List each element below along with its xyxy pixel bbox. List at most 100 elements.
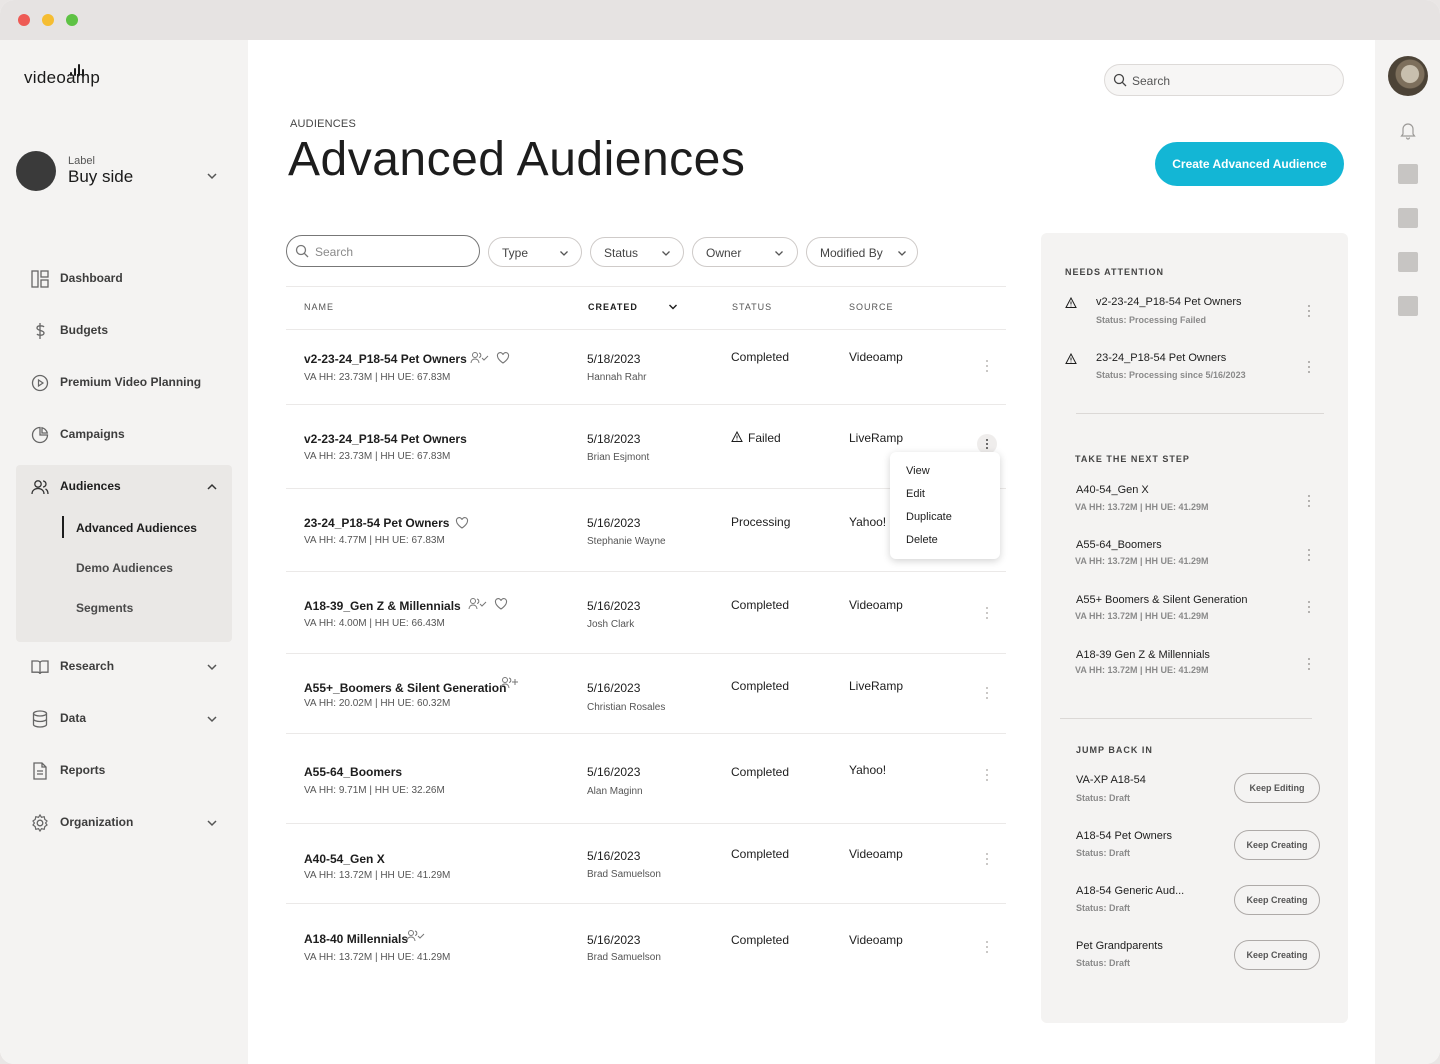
row-kebab-menu-icon[interactable] [977, 356, 997, 376]
chevron-down-icon [560, 251, 568, 256]
filter-type[interactable]: Type [488, 237, 582, 267]
next-step-meta: VA HH: 13.72M | HH UE: 41.29M [1075, 502, 1209, 512]
nav-budgets[interactable]: Budgets [16, 315, 232, 347]
keep-creating-button[interactable]: Keep Creating [1234, 885, 1320, 915]
chevron-down-icon [207, 820, 217, 827]
rail-shortcut[interactable] [1398, 296, 1418, 316]
audience-name[interactable]: A55-64_Boomers [304, 765, 402, 779]
nav-organization[interactable]: Organization [16, 807, 232, 839]
nav-reports[interactable]: Reports [16, 755, 232, 787]
nav-sub-demo-audiences[interactable]: Demo Audiences [76, 561, 173, 575]
table-row[interactable]: v2-23-24_P18-54 Pet Owners VA HH: 23.73M… [286, 330, 1006, 404]
rail-shortcut[interactable] [1398, 208, 1418, 228]
nav-audiences[interactable]: Audiences [16, 471, 232, 503]
table-search-input[interactable]: Search [286, 235, 480, 267]
sort-chevron-down-icon[interactable] [668, 302, 678, 312]
column-header-source[interactable]: SOURCE [849, 302, 894, 312]
close-window-button[interactable] [18, 14, 30, 26]
next-step-title[interactable]: A18-39 Gen Z & Millennials [1076, 649, 1210, 661]
nav-campaigns[interactable]: Campaigns [16, 419, 232, 451]
menu-item-edit[interactable]: Edit [906, 488, 925, 500]
created-date: 5/18/2023 [587, 352, 641, 366]
next-step-title[interactable]: A55-64_Boomers [1076, 539, 1162, 551]
menu-item-delete[interactable]: Delete [906, 534, 938, 546]
row-kebab-menu-icon[interactable] [977, 683, 997, 703]
rail-shortcut[interactable] [1398, 252, 1418, 272]
audience-name[interactable]: A55+_Boomers & Silent Generation [304, 681, 506, 695]
nav-sub-segments[interactable]: Segments [76, 601, 133, 615]
maximize-window-button[interactable] [66, 14, 78, 26]
created-date: 5/16/2023 [587, 933, 641, 947]
column-header-created[interactable]: CREATED [588, 302, 638, 312]
audience-name[interactable]: A18-39_Gen Z & Millennials [304, 599, 461, 613]
nav-research[interactable]: Research [16, 651, 232, 683]
attention-kebab-icon[interactable] [1305, 359, 1313, 375]
nav-sub-advanced-audiences[interactable]: Advanced Audiences [76, 521, 197, 535]
table-row[interactable]: A55-64_Boomers VA HH: 9.71M | HH UE: 32.… [286, 734, 1006, 823]
keep-editing-button[interactable]: Keep Editing [1234, 773, 1320, 803]
source-text: LiveRamp [849, 679, 904, 693]
next-step-kebab-icon[interactable] [1305, 547, 1313, 563]
table-row[interactable]: A55+_Boomers & Silent Generation VA HH: … [286, 654, 1006, 733]
rail-shortcut[interactable] [1398, 164, 1418, 184]
nav-dashboard[interactable]: Dashboard [16, 263, 232, 295]
audience-name[interactable]: A40-54_Gen X [304, 852, 385, 866]
audience-name[interactable]: v2-23-24_P18-54 Pet Owners [304, 352, 467, 366]
draft-title[interactable]: A18-54 Generic Aud... [1076, 885, 1184, 897]
next-step-title[interactable]: A55+ Boomers & Silent Generation [1076, 594, 1248, 606]
table-row[interactable]: A18-39_Gen Z & Millennials VA HH: 4.00M … [286, 572, 1006, 653]
search-icon [295, 244, 309, 258]
source-text: Yahoo! [849, 515, 887, 529]
row-kebab-menu-icon[interactable] [977, 937, 997, 957]
attention-kebab-icon[interactable] [1305, 303, 1313, 319]
row-kebab-menu-icon[interactable] [977, 434, 997, 454]
panel-divider [1076, 413, 1324, 414]
column-header-status[interactable]: STATUS [732, 302, 772, 312]
audience-name[interactable]: v2-23-24_P18-54 Pet Owners [304, 432, 467, 446]
jump-back-heading: JUMP BACK IN [1076, 745, 1153, 755]
menu-item-view[interactable]: View [906, 465, 930, 477]
next-step-title[interactable]: A40-54_Gen X [1076, 484, 1149, 496]
attention-item-title[interactable]: v2-23-24_P18-54 Pet Owners [1096, 296, 1242, 308]
heart-icon[interactable] [496, 351, 510, 365]
bell-icon[interactable] [1398, 120, 1418, 140]
account-switcher[interactable]: Label Buy side [16, 150, 232, 194]
nav-data[interactable]: Data [16, 703, 232, 735]
main-content: Search AUDIENCES Advanced Audiences Crea… [248, 40, 1375, 1064]
keep-creating-button[interactable]: Keep Creating [1234, 940, 1320, 970]
row-kebab-menu-icon[interactable] [977, 765, 997, 785]
table-row[interactable]: A18-40 Millennials VA HH: 13.72M | HH UE… [286, 904, 1006, 984]
nav-premium-video-planning[interactable]: Premium Video Planning [16, 367, 232, 399]
table-row[interactable]: A40-54_Gen X VA HH: 13.72M | HH UE: 41.2… [286, 824, 1006, 903]
draft-title[interactable]: VA-XP A18-54 [1076, 774, 1146, 786]
column-header-name[interactable]: NAME [304, 302, 334, 312]
heart-icon[interactable] [455, 516, 469, 530]
minimize-window-button[interactable] [42, 14, 54, 26]
user-avatar[interactable] [1388, 56, 1428, 96]
attention-item-title[interactable]: 23-24_P18-54 Pet Owners [1096, 352, 1226, 364]
audience-name[interactable]: A18-40 Millennials [304, 932, 408, 946]
filter-status[interactable]: Status [590, 237, 684, 267]
create-advanced-audience-button[interactable]: Create Advanced Audience [1155, 142, 1344, 186]
status-text: Failed [748, 431, 781, 445]
draft-title[interactable]: A18-54 Pet Owners [1076, 830, 1172, 842]
menu-item-duplicate[interactable]: Duplicate [906, 511, 952, 523]
filter-modified-by[interactable]: Modified By [806, 237, 918, 267]
next-step-kebab-icon[interactable] [1305, 599, 1313, 615]
draft-status: Status: Draft [1076, 903, 1131, 913]
next-step-kebab-icon[interactable] [1305, 493, 1313, 509]
row-kebab-menu-icon[interactable] [977, 603, 997, 623]
audience-meta: VA HH: 23.73M | HH UE: 67.83M [304, 451, 451, 462]
next-step-kebab-icon[interactable] [1305, 656, 1313, 672]
heart-icon[interactable] [494, 597, 508, 611]
filter-owner[interactable]: Owner [692, 237, 798, 267]
search-placeholder: Search [315, 245, 354, 259]
next-step-meta: VA HH: 13.72M | HH UE: 41.29M [1075, 665, 1209, 675]
keep-creating-button[interactable]: Keep Creating [1234, 830, 1320, 860]
breadcrumb[interactable]: AUDIENCES [290, 118, 356, 130]
row-kebab-menu-icon[interactable] [977, 849, 997, 869]
draft-title[interactable]: Pet Grandparents [1076, 940, 1163, 952]
audience-name[interactable]: 23-24_P18-54 Pet Owners [304, 516, 449, 530]
draft-status: Status: Draft [1076, 793, 1131, 803]
global-search[interactable]: Search [1104, 64, 1344, 96]
